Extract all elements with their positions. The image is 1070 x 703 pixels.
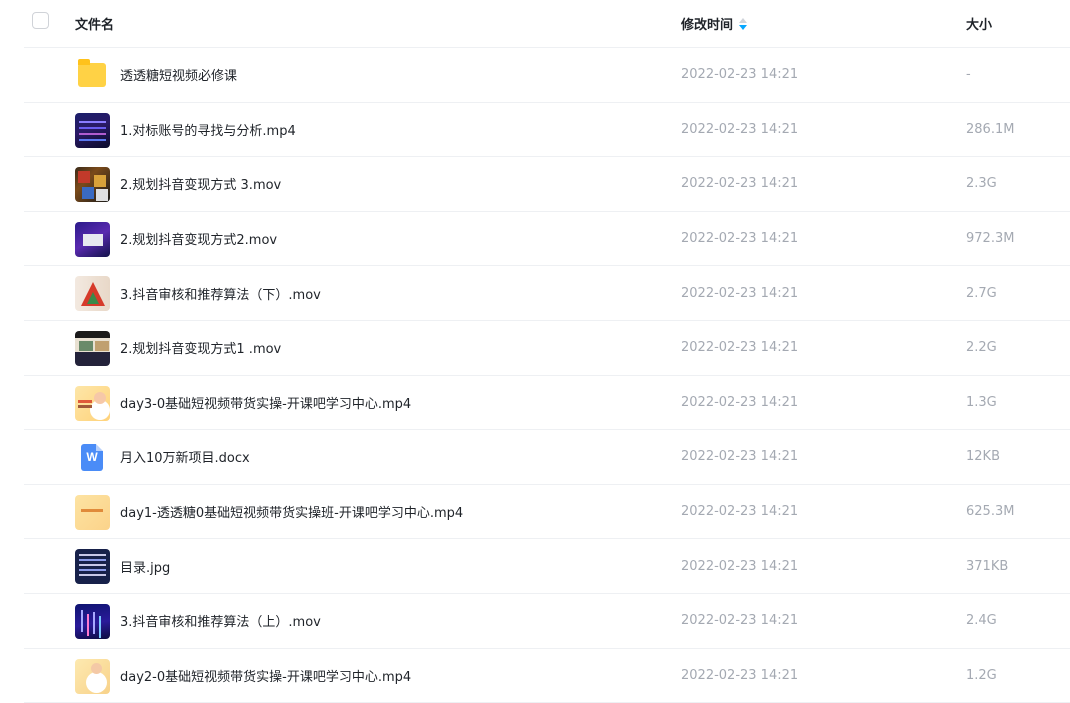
file-modified: 2022-02-23 14:21	[681, 613, 799, 629]
file-size: 972.3M	[966, 231, 1015, 247]
file-row[interactable]: day2-0基础短视频带货实操-开课吧学习中心.mp4 2022-02-23 1…	[24, 649, 1070, 703]
sort-descending-icon[interactable]	[739, 17, 748, 30]
file-modified: 2022-02-23 14:21	[681, 121, 799, 137]
file-size: 625.3M	[966, 504, 1015, 520]
file-name[interactable]: 2.规划抖音变现方式 3.mov	[120, 157, 281, 211]
file-size: 2.4G	[966, 613, 997, 629]
file-size: 1.3G	[966, 394, 997, 410]
column-header-name[interactable]: 文件名	[75, 0, 114, 47]
column-header-size[interactable]: 大小	[966, 0, 992, 47]
file-list: 文件名 修改时间 大小 透透糖短视频必修课 2022-02-23 14:21 -…	[24, 0, 1070, 703]
file-size: 2.2G	[966, 340, 997, 356]
column-header-size-label: 大小	[966, 18, 993, 33]
file-name[interactable]: 2.规划抖音变现方式2.mov	[120, 212, 277, 266]
file-size: 1.2G	[966, 667, 997, 683]
file-size: 12KB	[966, 449, 1000, 465]
select-all-checkbox[interactable]	[32, 12, 49, 29]
file-name[interactable]: 1.对标账号的寻找与分析.mp4	[120, 103, 296, 157]
file-name[interactable]: 3.抖音审核和推荐算法（上）.mov	[120, 594, 321, 648]
file-name[interactable]: 2.规划抖音变现方式1 .mov	[120, 321, 281, 375]
file-name[interactable]: day1-透透糖0基础短视频带货实操班-开课吧学习中心.mp4	[120, 485, 463, 539]
file-row[interactable]: 2.规划抖音变现方式2.mov 2022-02-23 14:21 972.3M	[24, 212, 1070, 267]
file-modified: 2022-02-23 14:21	[681, 285, 799, 301]
file-modified: 2022-02-23 14:21	[681, 67, 799, 83]
file-row[interactable]: 3.抖音审核和推荐算法（上）.mov 2022-02-23 14:21 2.4G	[24, 594, 1070, 649]
file-row[interactable]: 目录.jpg 2022-02-23 14:21 371KB	[24, 539, 1070, 594]
file-size: -	[966, 67, 971, 83]
file-modified: 2022-02-23 14:21	[681, 231, 799, 247]
file-name[interactable]: 透透糖短视频必修课	[120, 48, 237, 102]
column-header-modified-label: 修改时间	[681, 18, 734, 33]
file-name[interactable]: 目录.jpg	[120, 539, 170, 593]
video-thumbnail	[75, 330, 110, 366]
video-thumbnail	[75, 167, 110, 203]
column-header-name-label: 文件名	[75, 18, 115, 33]
file-name[interactable]: day3-0基础短视频带货实操-开课吧学习中心.mp4	[120, 376, 411, 430]
file-name[interactable]: day2-0基础短视频带货实操-开课吧学习中心.mp4	[120, 649, 411, 703]
file-size: 286.1M	[966, 121, 1015, 137]
file-row[interactable]: 2.规划抖音变现方式1 .mov 2022-02-23 14:21 2.2G	[24, 321, 1070, 376]
file-row[interactable]: 3.抖音审核和推荐算法（下）.mov 2022-02-23 14:21 2.7G	[24, 266, 1070, 321]
file-size: 2.3G	[966, 176, 997, 192]
file-modified: 2022-02-23 14:21	[681, 176, 799, 192]
file-modified: 2022-02-23 14:21	[681, 504, 799, 520]
file-row[interactable]: day3-0基础短视频带货实操-开课吧学习中心.mp4 2022-02-23 1…	[24, 376, 1070, 431]
file-row[interactable]: day1-透透糖0基础短视频带货实操班-开课吧学习中心.mp4 2022-02-…	[24, 485, 1070, 540]
image-thumbnail	[75, 549, 110, 585]
column-header-modified[interactable]: 修改时间	[681, 0, 748, 47]
file-size: 2.7G	[966, 285, 997, 301]
file-list-header: 文件名 修改时间 大小	[24, 0, 1070, 48]
file-name[interactable]: 3.抖音审核和推荐算法（下）.mov	[120, 266, 321, 320]
file-modified: 2022-02-23 14:21	[681, 394, 799, 410]
word-doc-icon: W	[81, 444, 103, 472]
video-thumbnail	[75, 221, 110, 257]
file-modified: 2022-02-23 14:21	[681, 667, 799, 683]
video-thumbnail	[75, 494, 110, 530]
file-modified: 2022-02-23 14:21	[681, 340, 799, 356]
file-row[interactable]: 透透糖短视频必修课 2022-02-23 14:21 -	[24, 48, 1070, 103]
video-thumbnail	[75, 658, 110, 694]
file-row[interactable]: 2.规划抖音变现方式 3.mov 2022-02-23 14:21 2.3G	[24, 157, 1070, 212]
video-thumbnail	[75, 603, 110, 639]
file-modified: 2022-02-23 14:21	[681, 558, 799, 574]
file-name[interactable]: 月入10万新项目.docx	[120, 430, 250, 484]
video-thumbnail	[75, 112, 110, 148]
file-size: 371KB	[966, 558, 1009, 574]
video-thumbnail	[75, 276, 110, 312]
file-row[interactable]: W 月入10万新项目.docx 2022-02-23 14:21 12KB	[24, 430, 1070, 485]
file-modified: 2022-02-23 14:21	[681, 449, 799, 465]
file-row[interactable]: 1.对标账号的寻找与分析.mp4 2022-02-23 14:21 286.1M	[24, 103, 1070, 158]
folder-icon	[78, 59, 106, 87]
word-doc-icon-letter: W	[86, 450, 98, 465]
video-thumbnail	[75, 385, 110, 421]
